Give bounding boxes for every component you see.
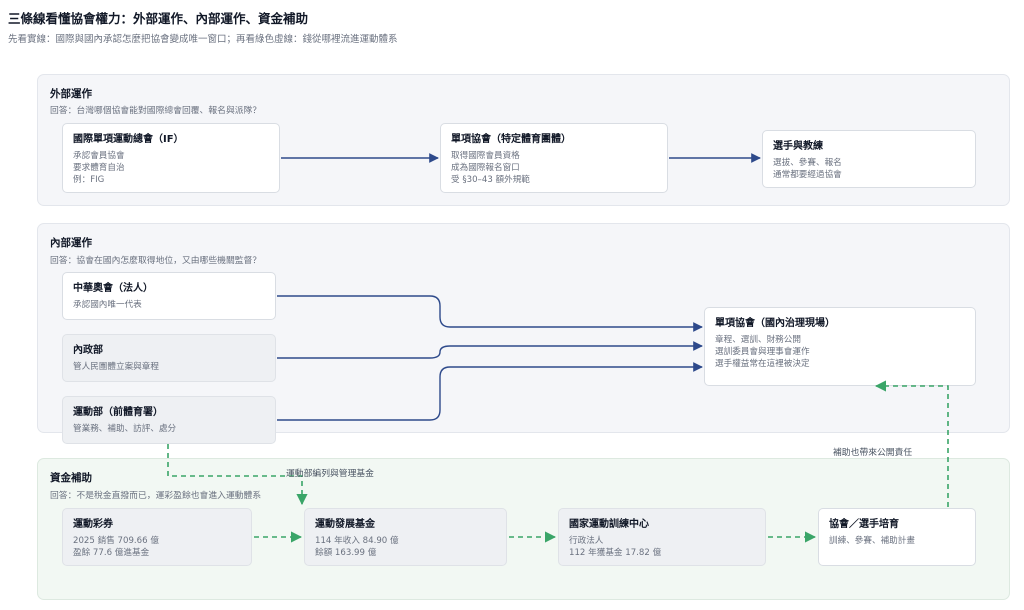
- edges-layer: [167, 153, 949, 543]
- edge-interior-to-association: [277, 341, 703, 359]
- accountability-label: 補助也帶來公開責任: [833, 448, 913, 458]
- edge-sports-ministry-to-association: [277, 362, 703, 421]
- edge-ministry-to-fund: [167, 444, 308, 506]
- edge-olympic-to-association: [277, 295, 703, 332]
- ministry-fund-label: 運動部編列與管理基金: [286, 469, 374, 479]
